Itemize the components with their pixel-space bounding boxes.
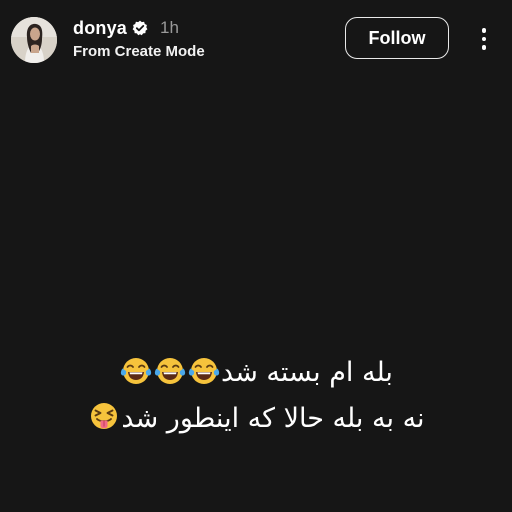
caption-line-2-text: نه به بله حالا که اینطور شد (121, 403, 425, 434)
user-info: donya 1h From Create Mode (73, 16, 313, 61)
post-header: donya 1h From Create Mode Follow (0, 0, 512, 80)
more-vertical-icon[interactable] (472, 24, 496, 54)
username[interactable]: donya (73, 18, 127, 39)
post-screen: donya 1h From Create Mode Follow بله ام … (0, 0, 512, 512)
avatar-photo (11, 17, 57, 63)
caption-line-2: نه به بله حالا که اینطور شد (0, 396, 512, 442)
post-caption: بله ام بسته شد نه به بله حالا که اینطور … (0, 350, 512, 442)
caption-line-1: بله ام بسته شد (0, 350, 512, 396)
laughing-tears-emoji-icon (119, 354, 153, 388)
avatar[interactable] (11, 17, 57, 63)
post-source-label: From Create Mode (73, 43, 205, 60)
post-time: 1h (160, 18, 179, 37)
tongue-out-emoji-icon (87, 400, 121, 434)
name-row: donya 1h (73, 16, 313, 40)
caption-line-1-text: بله ام بسته شد (221, 357, 393, 388)
more-dot (481, 45, 487, 50)
verified-badge-icon (132, 20, 148, 36)
follow-button[interactable]: Follow (345, 17, 449, 59)
laughing-tears-emoji-icon (187, 354, 221, 388)
laughing-tears-emoji-icon (153, 354, 187, 388)
more-dot (481, 36, 487, 42)
more-dot (481, 28, 487, 33)
